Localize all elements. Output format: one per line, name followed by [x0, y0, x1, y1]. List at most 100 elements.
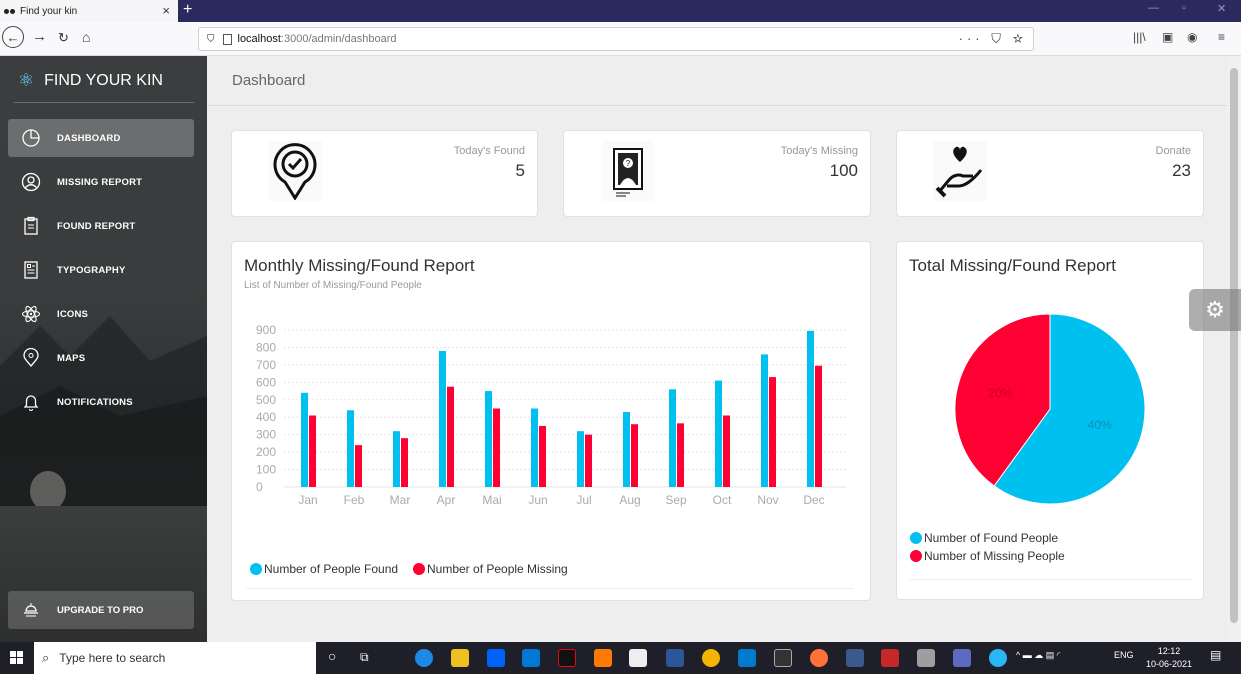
- brand[interactable]: ⚛ FIND YOUR KIN: [18, 70, 163, 91]
- page: ⚛ FIND YOUR KIN DASHBOARD MISSING REPORT…: [0, 56, 1241, 642]
- forward-icon[interactable]: →: [32, 28, 47, 45]
- rocket-icon: [20, 599, 42, 621]
- x-tick-label: Jun: [528, 493, 547, 507]
- app-icon[interactable]: [846, 649, 864, 667]
- vscode-icon[interactable]: [738, 649, 756, 667]
- store-icon[interactable]: [629, 649, 647, 667]
- back-icon[interactable]: ←: [2, 26, 24, 48]
- dropbox-icon[interactable]: [487, 649, 505, 667]
- system-tray-icons[interactable]: ^ ▬ ☁ ▤ ◜: [1016, 650, 1060, 661]
- upgrade-label: UPGRADE TO PRO: [57, 604, 144, 616]
- browser-tab[interactable]: Find your kin ×: [0, 0, 178, 22]
- chrome-icon[interactable]: [702, 649, 720, 667]
- sidebar-item-notifications[interactable]: NOTIFICATIONS: [8, 383, 194, 421]
- atom-icon: [20, 303, 42, 325]
- pin-icon: [20, 347, 42, 369]
- sidebar-item-maps[interactable]: MAPS: [8, 339, 194, 377]
- reload-icon[interactable]: ↻: [58, 30, 69, 46]
- chart-subtitle: List of Number of Missing/Found People: [244, 280, 422, 291]
- legend-found[interactable]: Number of People Found: [250, 562, 398, 576]
- pie-data-label: 20%: [988, 386, 1012, 400]
- bar-found-mai: [485, 391, 492, 487]
- bar-found-dec: [807, 330, 814, 487]
- sidebar-item-icons[interactable]: ICONS: [8, 295, 194, 333]
- url-bar[interactable]: ⛉ localhost :3000/admin/dashboard ··· ⛉ …: [198, 27, 1034, 51]
- restore-icon[interactable]: ▫: [1182, 2, 1186, 14]
- x-tick-label: Apr: [437, 493, 456, 507]
- terminal-icon[interactable]: [774, 649, 792, 667]
- settings-gear-icon[interactable]: ⚙: [1189, 289, 1241, 331]
- language-indicator[interactable]: ENG: [1114, 650, 1134, 660]
- bar-found-jul: [577, 431, 584, 487]
- legend-label: Number of Missing People: [924, 549, 1065, 563]
- minimize-icon[interactable]: —: [1148, 2, 1159, 14]
- pie-chart-icon: [20, 127, 42, 149]
- sidebar-item-missing-report[interactable]: MISSING REPORT: [8, 163, 194, 201]
- x-tick-label: Jan: [298, 493, 317, 507]
- word-icon[interactable]: [666, 649, 684, 667]
- menu-icon[interactable]: ≡: [1218, 30, 1225, 44]
- legend-dot-missing: [413, 563, 425, 575]
- file-explorer-icon[interactable]: [451, 649, 469, 667]
- upgrade-to-pro-button[interactable]: UPGRADE TO PRO: [8, 591, 194, 629]
- new-tab-icon[interactable]: +: [183, 1, 192, 19]
- help-icon[interactable]: [989, 649, 1007, 667]
- taskbar-search-input[interactable]: ⌕ Type here to search: [34, 642, 316, 674]
- pie-data-label: 40%: [1088, 418, 1112, 432]
- bar-missing-sep: [677, 423, 684, 487]
- bar-found-oct: [715, 380, 722, 487]
- legend-label: Number of People Missing: [427, 562, 568, 576]
- page-actions-icon[interactable]: ··· ⛉ ☆: [959, 31, 1027, 47]
- legend-missing[interactable]: Number of People Missing: [413, 562, 568, 576]
- bar-missing-feb: [355, 445, 362, 487]
- account-icon[interactable]: ◉: [1187, 30, 1197, 44]
- bar-missing-nov: [769, 377, 776, 487]
- tab-favicon-icon: [4, 8, 16, 14]
- notification-center-icon[interactable]: ▤: [1210, 648, 1221, 662]
- shield-icon: ⛉: [207, 33, 215, 45]
- sidebar-toggle-icon[interactable]: ▣: [1162, 30, 1173, 44]
- cortana-icon[interactable]: ○: [328, 648, 346, 666]
- browser-tab-bar: Find your kin × + — ▫ ✕: [0, 0, 1241, 22]
- mail-icon[interactable]: [522, 649, 540, 667]
- close-tab-icon[interactable]: ×: [162, 3, 170, 18]
- legend-dot-missing: [910, 550, 922, 562]
- home-icon[interactable]: ⌂: [82, 29, 90, 45]
- sidebar-item-label: FOUND REPORT: [57, 220, 136, 232]
- page-scrollbar[interactable]: [1227, 56, 1241, 642]
- bar-missing-jan: [309, 415, 316, 487]
- edge-icon[interactable]: [415, 649, 433, 667]
- app-icon[interactable]: [917, 649, 935, 667]
- sidebar-item-label: DASHBOARD: [57, 132, 121, 144]
- app-icon[interactable]: [953, 649, 971, 667]
- react-logo-icon: ⚛: [18, 70, 35, 90]
- legend-found[interactable]: Number of Found People: [910, 531, 1058, 545]
- netflix-icon[interactable]: [558, 649, 576, 667]
- taskbar-clock[interactable]: 12:12 10-06-2021: [1146, 645, 1192, 671]
- close-window-icon[interactable]: ✕: [1217, 2, 1226, 15]
- windows-start-icon[interactable]: [0, 642, 34, 674]
- legend-missing[interactable]: Number of Missing People: [910, 549, 1065, 563]
- bar-found-sep: [669, 389, 676, 487]
- sidebar-item-typography[interactable]: TYPOGRAPHY: [8, 251, 194, 289]
- bar-found-apr: [439, 350, 446, 487]
- y-tick-label: 600: [256, 375, 276, 389]
- firefox-icon[interactable]: [810, 649, 828, 667]
- y-tick-label: 300: [256, 428, 276, 442]
- x-tick-label: Jul: [576, 493, 591, 507]
- bar-missing-aug: [631, 424, 638, 487]
- url-path: :3000/admin/dashboard: [280, 33, 397, 45]
- library-icon[interactable]: |||\: [1133, 30, 1146, 44]
- stat-label: Donate: [1155, 145, 1191, 157]
- filezilla-icon[interactable]: [881, 649, 899, 667]
- brand-divider: [14, 102, 194, 103]
- x-tick-label: Oct: [713, 493, 732, 507]
- office-icon[interactable]: [594, 649, 612, 667]
- bar-found-aug: [623, 411, 630, 487]
- sidebar-item-found-report[interactable]: FOUND REPORT: [8, 207, 194, 245]
- top-navbar: Dashboard: [207, 56, 1227, 106]
- scrollbar-thumb[interactable]: [1230, 68, 1238, 623]
- task-view-icon[interactable]: ⧉: [360, 650, 378, 668]
- sidebar-item-label: ICONS: [57, 308, 89, 320]
- sidebar-item-dashboard[interactable]: DASHBOARD: [8, 119, 194, 157]
